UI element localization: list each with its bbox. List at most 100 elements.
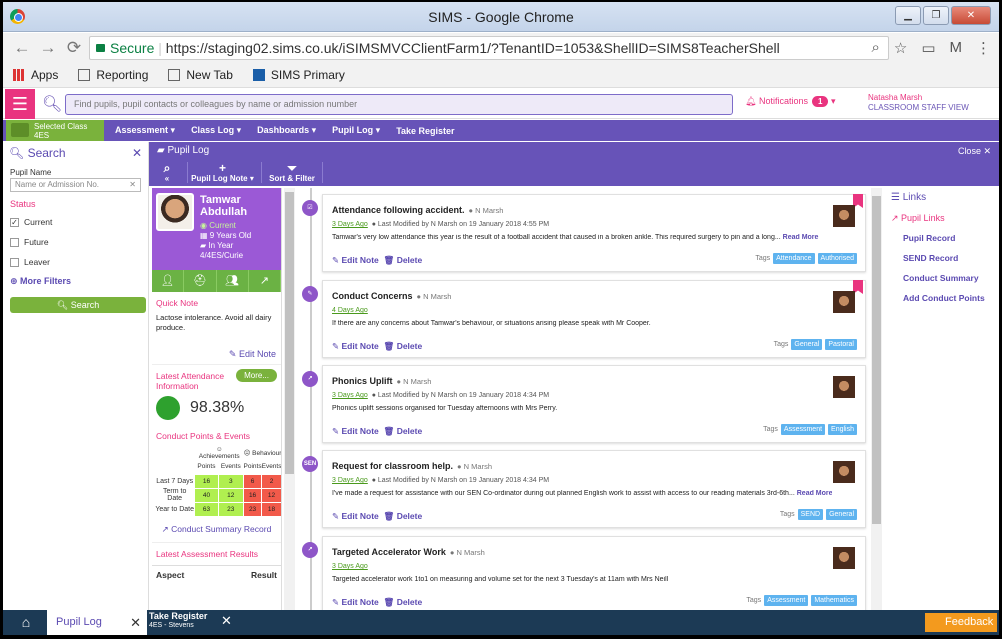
note-card[interactable]: Targeted Accelerator Work ● N Marsh 3 Days… (322, 536, 866, 614)
note-tag[interactable]: Attendance (773, 253, 815, 264)
behaviour-header: ☹ Behaviour (243, 450, 282, 457)
menu-dots-icon[interactable]: ⋮ (976, 39, 991, 57)
note-tag[interactable]: Mathematics (811, 595, 857, 606)
sort-filter-button[interactable]: ⏷ Sort & Filter (261, 162, 323, 183)
delete-note-button[interactable]: 🗑︎ Delete (384, 426, 423, 436)
note-tag[interactable]: SEND (797, 509, 824, 520)
bookmark-star-icon[interactable]: ☆ (894, 39, 907, 57)
bookmark-apps[interactable]: Apps (13, 68, 58, 82)
tab-take-register[interactable]: Take Register 4ES - Stevens (149, 612, 207, 630)
edit-quick-note-link[interactable]: ✎ Edit Note (152, 335, 281, 365)
note-card[interactable]: Conduct Concerns ● N Marsh 4 Days Ago If th… (322, 280, 866, 358)
pupil-year: ▰ In Year (200, 241, 234, 250)
menu-class-log[interactable]: Class Log ▾ (191, 125, 241, 136)
person-icon[interactable]: 👤︎ (152, 270, 185, 292)
read-more-link[interactable]: Read More (797, 490, 832, 497)
link-pupil-record[interactable]: Pupil Record (887, 229, 999, 249)
notes-scrollbar[interactable] (871, 188, 882, 610)
close-tab-icon[interactable]: ✕ (221, 613, 232, 629)
delete-note-button[interactable]: 🗑︎ Delete (384, 597, 423, 607)
read-more-link[interactable]: Read More (783, 234, 819, 241)
minimize-button[interactable]: ▁ (895, 6, 921, 25)
external-link-icon[interactable]: ↗ (249, 270, 281, 292)
bookmark-reporting[interactable]: Reporting (78, 68, 148, 82)
status-current-checkbox[interactable]: ✓ Current (3, 212, 148, 232)
note-tags: Tags Attendance Authorised (755, 253, 857, 264)
note-tag[interactable]: General (791, 339, 823, 350)
note-card[interactable]: Phonics Uplift ● N Marsh 3 Days Ago ● Last… (322, 365, 866, 443)
search-pupils-button[interactable]: ⌕ « (155, 162, 179, 183)
conduct-summary-record-link[interactable]: ↗ Conduct Summary Record (152, 517, 281, 543)
note-tags: Tags SEND General (780, 509, 857, 520)
cast-icon[interactable]: ▭ (921, 39, 935, 57)
status-future-checkbox[interactable]: Future (3, 232, 148, 252)
feedback-button[interactable]: Feedback (925, 613, 997, 632)
page-icon (78, 69, 91, 81)
close-search-icon[interactable]: ✕ (132, 146, 142, 160)
url-field[interactable]: Secure | https://staging02.sims.co.uk/iS… (89, 36, 889, 60)
search-panel: 🔍︎ Search ✕ Pupil Name Name or Admission … (3, 142, 149, 610)
search-icon[interactable]: 🔍︎ (42, 94, 62, 114)
edit-note-button[interactable]: ✎ Edit Note (332, 341, 379, 351)
note-tag[interactable]: Assessment (780, 424, 826, 435)
pupil-panel-scrollbar[interactable] (284, 188, 295, 610)
edit-note-button[interactable]: ✎ Edit Note (332, 511, 379, 521)
edit-note-button[interactable]: ✎ Edit Note (332, 426, 379, 436)
link-conduct-summary[interactable]: Conduct Summary (887, 269, 999, 289)
pupil-panel: Tamwar Abdullah ◉ Current ▦ 9 Years Old ▰… (152, 188, 282, 610)
user-role: CLASSROOM STAFF VIEW (868, 103, 969, 112)
note-body: If there are any concerns about Tamwar's… (332, 320, 651, 327)
restore-button[interactable]: ❐ (923, 6, 949, 25)
zoom-search-icon[interactable]: ⌕ (871, 39, 879, 57)
pupil-name-input[interactable]: Name or Admission No. ✕ (10, 178, 141, 192)
menu-pupil-log[interactable]: Pupil Log ▾ (332, 125, 380, 136)
menu-take-register[interactable]: Take Register (396, 126, 454, 136)
close-window-button[interactable]: ✕ (951, 6, 991, 25)
bookmark-new-tab[interactable]: New Tab (168, 68, 233, 82)
clear-icon[interactable]: ✕ (129, 179, 136, 191)
note-tag[interactable]: English (828, 424, 857, 435)
global-search-input[interactable]: Find pupils, pupil contacts or colleague… (65, 94, 733, 115)
contacts-icon[interactable]: 👥︎ (217, 270, 249, 292)
bookmark-sims-primary[interactable]: SIMS Primary (252, 68, 345, 82)
status-leaver-checkbox[interactable]: Leaver (3, 252, 148, 272)
edit-note-button[interactable]: ✎ Edit Note (332, 597, 379, 607)
more-filters-link[interactable]: ⊕ More Filters (3, 272, 148, 291)
note-tag[interactable]: Pastoral (825, 339, 857, 350)
delete-note-button[interactable]: 🗑︎ Delete (384, 511, 423, 521)
class-icon (11, 123, 29, 137)
home-icon[interactable]: ⌂ (7, 610, 45, 635)
medical-icon[interactable]: ⛑︎ (184, 270, 217, 292)
forward-icon[interactable]: → (35, 38, 61, 58)
user-menu[interactable]: Natasha Marsh CLASSROOM STAFF VIEW (868, 93, 969, 113)
pupil-links-heading: ↗ Pupil Links (891, 213, 945, 223)
delete-note-button[interactable]: 🗑︎ Delete (384, 341, 423, 351)
edit-note-button[interactable]: ✎ Edit Note (332, 255, 379, 265)
secure-label: Secure (110, 40, 155, 56)
note-card[interactable]: Attendance following accident. ● N Marsh 3… (322, 194, 866, 272)
notifications-button[interactable]: 🔔︎ Notifications 1 ▾ (745, 96, 835, 107)
hamburger-menu-icon[interactable]: ☰ (5, 89, 35, 119)
pupil-log-note-button[interactable]: + Pupil Log Note ▾ (187, 162, 257, 183)
assessment-table-header: Aspect Result (152, 564, 281, 584)
search-button[interactable]: 🔍︎ Search (10, 297, 146, 313)
note-tag[interactable]: Authorised (817, 253, 857, 264)
note-tag[interactable]: General (826, 509, 857, 520)
reload-icon[interactable]: ⟳ (61, 38, 87, 58)
link-add-conduct-points[interactable]: Add Conduct Points (887, 289, 999, 309)
menu-assessment[interactable]: Assessment ▾ (115, 125, 175, 136)
close-pupil-log-button[interactable]: Close ✕ (958, 142, 991, 160)
delete-note-button[interactable]: 🗑︎ Delete (384, 255, 423, 265)
close-tab-icon[interactable]: ✕ (130, 610, 141, 635)
menu-dashboards[interactable]: Dashboards ▾ (257, 125, 316, 136)
tab-pupil-log[interactable]: Pupil Log ✕ (47, 610, 147, 635)
attendance-more-button[interactable]: More... (236, 369, 277, 382)
extension-icon[interactable]: M (950, 39, 963, 57)
tags-label: Tags (779, 511, 795, 518)
note-tag[interactable]: Assessment (764, 595, 809, 606)
back-icon[interactable]: ← (9, 38, 35, 58)
link-send-record[interactable]: SEND Record (887, 249, 999, 269)
selected-class-button[interactable]: Selected Class 4ES (6, 120, 104, 141)
note-modified: Last Modified by N Marsh on 19 January 2… (377, 221, 550, 228)
note-card[interactable]: Request for classroom help. ● N Marsh 3 Da… (322, 450, 866, 528)
